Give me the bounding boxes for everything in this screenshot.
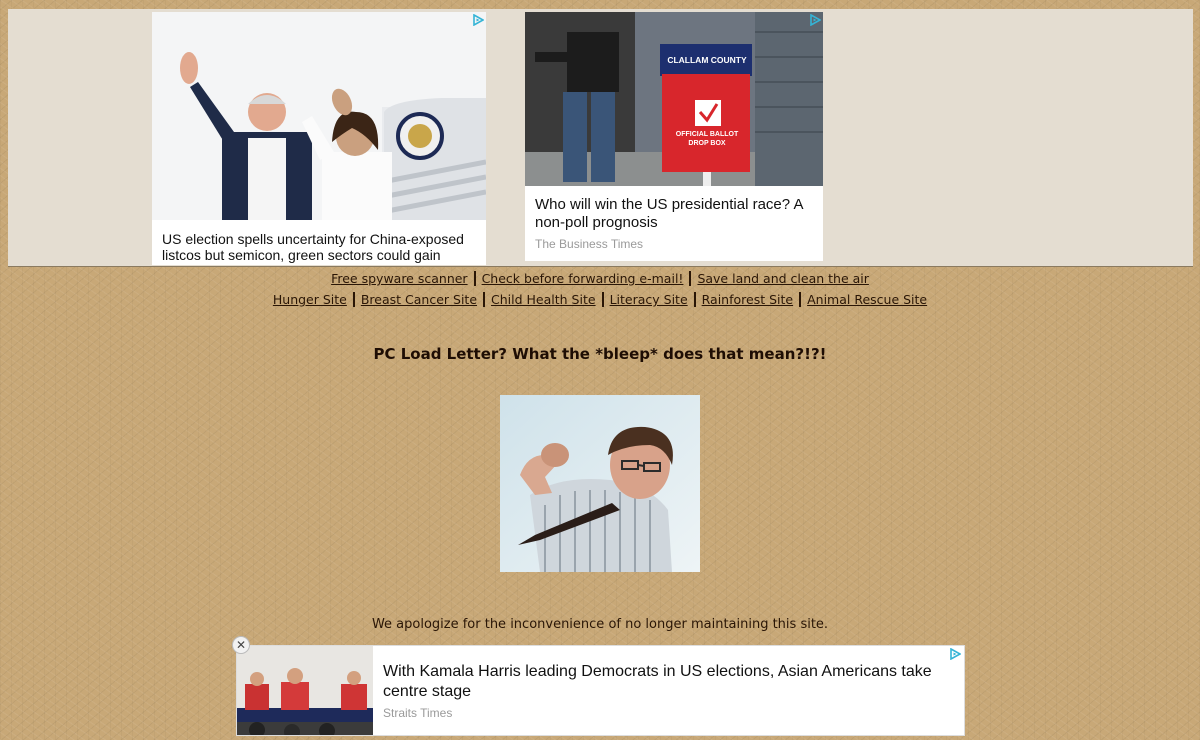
ad-source: The Business Times — [535, 237, 644, 251]
ad-photo-panel-event — [237, 646, 373, 735]
link-save-land[interactable]: Save land and clean the air — [697, 271, 868, 286]
link-hunger-site[interactable]: Hunger Site — [273, 292, 347, 307]
ballot-sign-county: CLALLAM COUNTY — [667, 55, 747, 65]
link-separator — [601, 292, 604, 307]
angry-office-worker-image — [500, 395, 700, 572]
ballot-sign-line2: DROP BOX — [688, 140, 726, 147]
adchoices-icon[interactable] — [472, 14, 484, 26]
ad-card-asian-americans[interactable]: With Kamala Harris leading Democrats in … — [236, 645, 965, 736]
link-animal-rescue-site[interactable]: Animal Rescue Site — [807, 292, 927, 307]
link-separator — [352, 292, 355, 307]
link-child-health-site[interactable]: Child Health Site — [491, 292, 596, 307]
ballot-sign-line1: OFFICIAL BALLOT — [675, 131, 739, 138]
adchoices-icon[interactable] — [949, 648, 961, 660]
link-free-spyware-scanner[interactable]: Free spyware scanner — [331, 271, 467, 286]
ad-caption[interactable]: US election spells uncertainty for China… — [162, 231, 480, 263]
charity-links-row-1: Free spyware scanner Check before forward… — [0, 271, 1200, 286]
ad-caption[interactable]: Who will win the US presidential race? A… — [535, 196, 817, 232]
charity-links-row-2: Hunger Site Breast Cancer Site Child Healt… — [0, 292, 1200, 307]
link-rainforest-site[interactable]: Rainforest Site — [702, 292, 793, 307]
link-separator — [689, 271, 692, 286]
link-separator — [693, 292, 696, 307]
link-separator — [483, 292, 486, 307]
ad-photo-ballot-drop-box — [525, 12, 823, 186]
link-check-before-forwarding[interactable]: Check before forwarding e-mail! — [482, 271, 684, 286]
adchoices-icon[interactable] — [809, 14, 821, 26]
ad-card-presidential-race[interactable]: CLALLAM COUNTY OFFICIAL BALLOT DROP BOX … — [525, 12, 823, 261]
close-ad-button[interactable]: ✕ — [232, 636, 250, 654]
ad-photo-walz-harris-airplane — [152, 12, 486, 220]
link-separator — [473, 271, 476, 286]
apology-message: We apologize for the inconvenience of no… — [371, 617, 829, 632]
page-title: PC Load Letter? What the *bleep* does th… — [373, 345, 827, 363]
link-separator — [799, 292, 802, 307]
link-literacy-site[interactable]: Literacy Site — [610, 292, 688, 307]
ballot-sign-text: OFFICIAL BALLOT DROP BOX — [663, 130, 751, 148]
ad-source: Straits Times — [383, 706, 453, 720]
ad-card-china-listcos[interactable]: US election spells uncertainty for China… — [152, 12, 486, 265]
link-breast-cancer-site[interactable]: Breast Cancer Site — [361, 292, 477, 307]
ad-caption[interactable]: With Kamala Harris leading Democrats in … — [383, 662, 943, 702]
